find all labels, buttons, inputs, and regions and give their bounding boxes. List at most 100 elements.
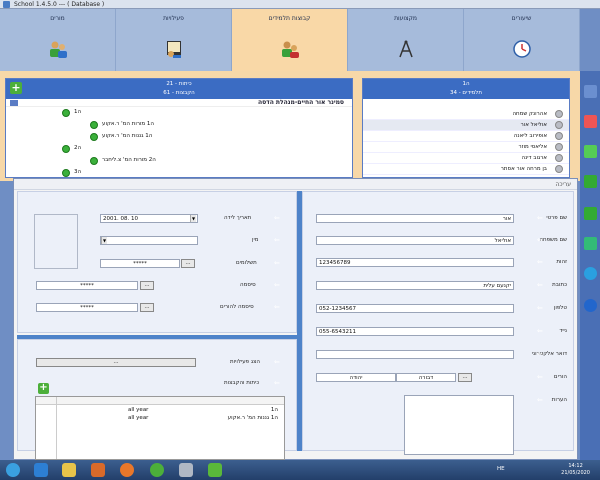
groups-tree-panel: + כיתות - 21 הקבצות - 61 סמינר אור החיים… (5, 78, 353, 178)
first-name-field[interactable]: אור (316, 214, 514, 223)
student-row-selected[interactable]: אוליאל אור (363, 120, 569, 131)
avatar-icon (555, 143, 563, 151)
notes-label: הערות (551, 397, 567, 403)
monitor-icon[interactable] (584, 85, 597, 98)
calendar-icon[interactable] (584, 115, 597, 128)
tab-student-groups[interactable]: קבוצות תלמידים (232, 9, 348, 71)
student-row[interactable]: אהרונק שמחה (363, 109, 569, 120)
avatar-icon (555, 154, 563, 162)
address-field[interactable]: יקנעם עלית (316, 281, 514, 290)
ie-icon[interactable] (34, 463, 48, 477)
gender-select[interactable] (100, 236, 198, 245)
arrow-icon: ⇐ (537, 281, 543, 289)
student-row[interactable]: בן מרחה אור אסתר (363, 164, 569, 175)
parent-password-label: סיסמה להורים (220, 304, 254, 310)
tab-lessons[interactable]: שיעורים (464, 9, 580, 71)
tab-label: פעילויות (163, 15, 184, 22)
tree-node[interactable]: ה1 מורות המ' ר.אקוע (6, 119, 352, 131)
parent-father-field[interactable]: יהודה (316, 373, 396, 382)
tree-node[interactable]: ה1 (6, 107, 352, 119)
info-icon[interactable] (584, 299, 597, 312)
export-icon[interactable] (584, 207, 597, 220)
gender-label: מין (252, 237, 259, 243)
arrow-icon: ⇐ (537, 236, 543, 244)
language-indicator[interactable]: HE (497, 466, 505, 472)
show-activities-button[interactable]: ... (36, 358, 196, 367)
vertical-divider (297, 191, 302, 451)
arrow-icon: ⇐ (537, 258, 543, 266)
phone-label: טלפון (553, 305, 567, 311)
tool-icon[interactable] (179, 463, 193, 477)
counter-icon[interactable] (584, 145, 597, 158)
table-cell-period: all year (128, 415, 149, 421)
taskbar-clock[interactable]: 14:12 21/05/2020 (561, 463, 590, 477)
student-row[interactable]: אופירוב ליאנה (363, 131, 569, 142)
arrow-icon: ⇐ (537, 304, 543, 312)
clock-date: 21/05/2020 (561, 470, 590, 476)
arrow-icon: ⇐ (274, 214, 280, 222)
avatar-icon (555, 165, 563, 173)
tab-subjects[interactable]: מקצועות (348, 9, 464, 71)
classes-count: כיתות - 21 (166, 81, 192, 87)
folder-icon[interactable] (62, 463, 76, 477)
main-tabs: מורים פעילויות קבוצות תלמידים מקצועות שי… (0, 9, 580, 71)
start-button-icon[interactable] (6, 463, 20, 477)
group-node-icon (62, 145, 70, 153)
parent-mother-field[interactable]: דבורה (396, 373, 456, 382)
student-name: בן מרחה אור אסתר (500, 166, 547, 172)
email-field[interactable] (316, 350, 514, 359)
student-row[interactable]: אליאסי מוזר (363, 142, 569, 153)
parents-browse-button[interactable]: ... (458, 373, 472, 382)
groups-count: הקבצות - 61 (163, 90, 195, 96)
id-field[interactable]: 123456789 (316, 258, 514, 267)
tree-root-school[interactable]: סמינר אור החיים-מנהלת הדסה (6, 99, 352, 107)
settings-icon[interactable] (584, 267, 597, 280)
show-activities-label: הצג פעילויות (230, 359, 260, 365)
arrow-icon: ⇐ (274, 259, 280, 267)
add-class-button[interactable]: + (38, 383, 49, 394)
parent-password-field[interactable]: ***** (36, 303, 138, 312)
tree-root-label: סמינר אור החיים-מנהלת הדסה (257, 99, 344, 106)
chrome-icon[interactable] (150, 463, 164, 477)
subjects-icon (398, 40, 413, 58)
group-node-icon (90, 133, 98, 141)
students-count: תלמידים - 34 (449, 90, 483, 96)
parent-password-button[interactable]: ... (140, 303, 154, 312)
tree-node[interactable]: ה2 מורות המ' צ.ליחבר (6, 155, 352, 167)
password-field[interactable]: ***** (36, 281, 138, 290)
last-name-label: שם משפחה (539, 237, 567, 243)
notes-field[interactable] (404, 395, 514, 455)
table-header (36, 397, 284, 405)
window-title: School 1.4.5.0 --- ( Database ) (14, 1, 105, 8)
tree-node[interactable]: ה1 גננות המ' ר.אקוע (6, 131, 352, 143)
student-row[interactable]: ארגוב דינה (363, 153, 569, 164)
password-button[interactable]: ... (140, 281, 154, 290)
birthdate-label: תאריך לידה (224, 215, 252, 221)
mobile-field[interactable]: 055-6543211 (316, 327, 514, 336)
phone-field[interactable]: 052-1234567 (316, 304, 514, 313)
right-toolbar (580, 71, 600, 460)
payments-button[interactable]: ... (181, 259, 195, 268)
classes-table: all year ה1 all year ה1 גננות המ' ר.אקוע (35, 396, 285, 460)
tab-teachers[interactable]: מורים (0, 9, 116, 71)
arrow-icon: ⇐ (537, 373, 543, 381)
tree-node-label: ה3 (74, 169, 82, 175)
school-app-icon[interactable] (208, 463, 222, 477)
avatar-icon (555, 132, 563, 140)
firefox-icon[interactable] (120, 463, 134, 477)
table-cell-group: ה1 (270, 407, 278, 413)
payments-field[interactable]: ***** (100, 259, 180, 268)
tree-node[interactable]: ה2 (6, 143, 352, 155)
spreadsheet-icon[interactable] (584, 175, 597, 188)
add-group-button[interactable]: + (10, 82, 22, 94)
dropdown-arrow-icon[interactable]: ▼ (190, 215, 196, 222)
tab-activities[interactable]: פעילויות (116, 9, 232, 71)
tree-node-label: ה2 (74, 145, 82, 151)
arrow-icon: ⇐ (274, 236, 280, 244)
birthdate-field[interactable]: 2001. 08. 10 (100, 214, 198, 223)
dropdown-arrow-icon[interactable]: ▼ (101, 237, 107, 244)
media-icon[interactable] (91, 463, 105, 477)
student-photo[interactable] (34, 214, 78, 269)
grid-icon[interactable] (584, 237, 597, 250)
last-name-field[interactable]: אוליאל (316, 236, 514, 245)
